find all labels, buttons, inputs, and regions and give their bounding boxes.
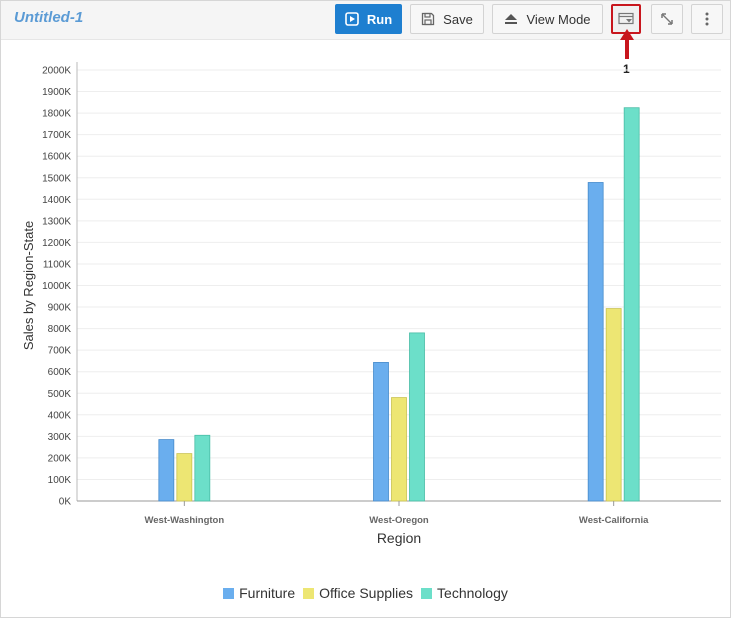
view-mode-button-label: View Mode — [526, 11, 591, 27]
y-tick-label: 1100K — [43, 259, 72, 270]
vertical-ellipsis-icon — [705, 12, 709, 26]
bar-furniture — [158, 439, 175, 502]
dashboard-title[interactable]: Untitled-1 — [14, 9, 83, 26]
legend-label: Office Supplies — [319, 585, 414, 601]
bar-technology — [409, 332, 425, 502]
y-tick-label: 1300K — [42, 216, 71, 227]
legend-swatch — [303, 587, 315, 599]
more-options-button[interactable] — [691, 4, 723, 34]
y-tick-label: 1900K — [42, 87, 71, 98]
run-button[interactable]: Run — [335, 4, 402, 34]
bar-furniture — [373, 362, 389, 502]
bar-office-supplies — [176, 453, 193, 502]
y-tick-label: 1500K — [42, 173, 71, 184]
bar-furniture — [587, 182, 604, 502]
chart-legend: Furniture Office Supplies Technology — [1, 585, 730, 601]
expand-icon — [661, 13, 673, 25]
legend-item-technology[interactable]: Technology — [421, 585, 508, 601]
play-icon — [345, 12, 359, 26]
save-button[interactable]: Save — [410, 4, 484, 34]
y-axis-title: Sales by Region-State — [21, 221, 36, 350]
y-tick-label: 100K — [48, 475, 72, 486]
y-tick-label: 400K — [48, 410, 72, 421]
legend-label: Technology — [437, 585, 508, 601]
dashboard-frame: Untitled-1 Run Save View Mode 1 0K 100K … — [0, 0, 731, 618]
y-tick-label: 500K — [48, 389, 72, 400]
bar-technology — [623, 107, 640, 502]
bar-office-supplies — [605, 308, 622, 502]
y-tick-label: 800K — [48, 324, 72, 335]
y-tick-label: 200K — [48, 453, 72, 464]
y-tick-label: 1200K — [42, 238, 71, 249]
y-tick-label: 1800K — [42, 109, 71, 120]
legend-item-furniture[interactable]: Furniture — [223, 585, 295, 601]
view-mode-button[interactable]: View Mode — [492, 4, 603, 34]
y-tick-label: 0K — [59, 497, 72, 508]
y-tick-label: 1700K — [42, 130, 71, 141]
bar-office-supplies — [391, 397, 407, 502]
y-tick-label: 300K — [48, 432, 72, 443]
legend-label: Furniture — [239, 585, 296, 601]
bar-chart: 0K 100K 200K 300K 400K 500K 600K 700K 800K 900K 10… — [21, 62, 721, 546]
y-tick-label: 1400K — [42, 195, 71, 206]
run-button-label: Run — [366, 11, 393, 27]
bar-technology — [194, 434, 211, 502]
y-tick-label: 2000K — [42, 66, 71, 77]
fullscreen-button[interactable] — [651, 4, 683, 34]
x-tick-label: West-Washington — [144, 515, 224, 526]
x-tick-label: West-Oregon — [369, 515, 429, 526]
y-tick-label: 900K — [48, 303, 72, 314]
legend-swatch — [421, 587, 433, 599]
eject-icon — [505, 14, 518, 24]
y-tick-label: 1000K — [42, 281, 71, 292]
legend-swatch — [223, 587, 235, 599]
y-tick-label: 1600K — [42, 152, 71, 163]
y-tick-label: 700K — [48, 346, 72, 357]
legend-item-office-supplies[interactable]: Office Supplies — [303, 585, 413, 601]
x-tick-label: West-California — [579, 515, 649, 526]
save-button-label: Save — [443, 11, 473, 27]
filter-panel-icon — [618, 12, 634, 25]
x-axis-title: Region — [377, 530, 421, 546]
floppy-disk-icon — [422, 12, 435, 26]
y-tick-label: 600K — [48, 367, 72, 378]
